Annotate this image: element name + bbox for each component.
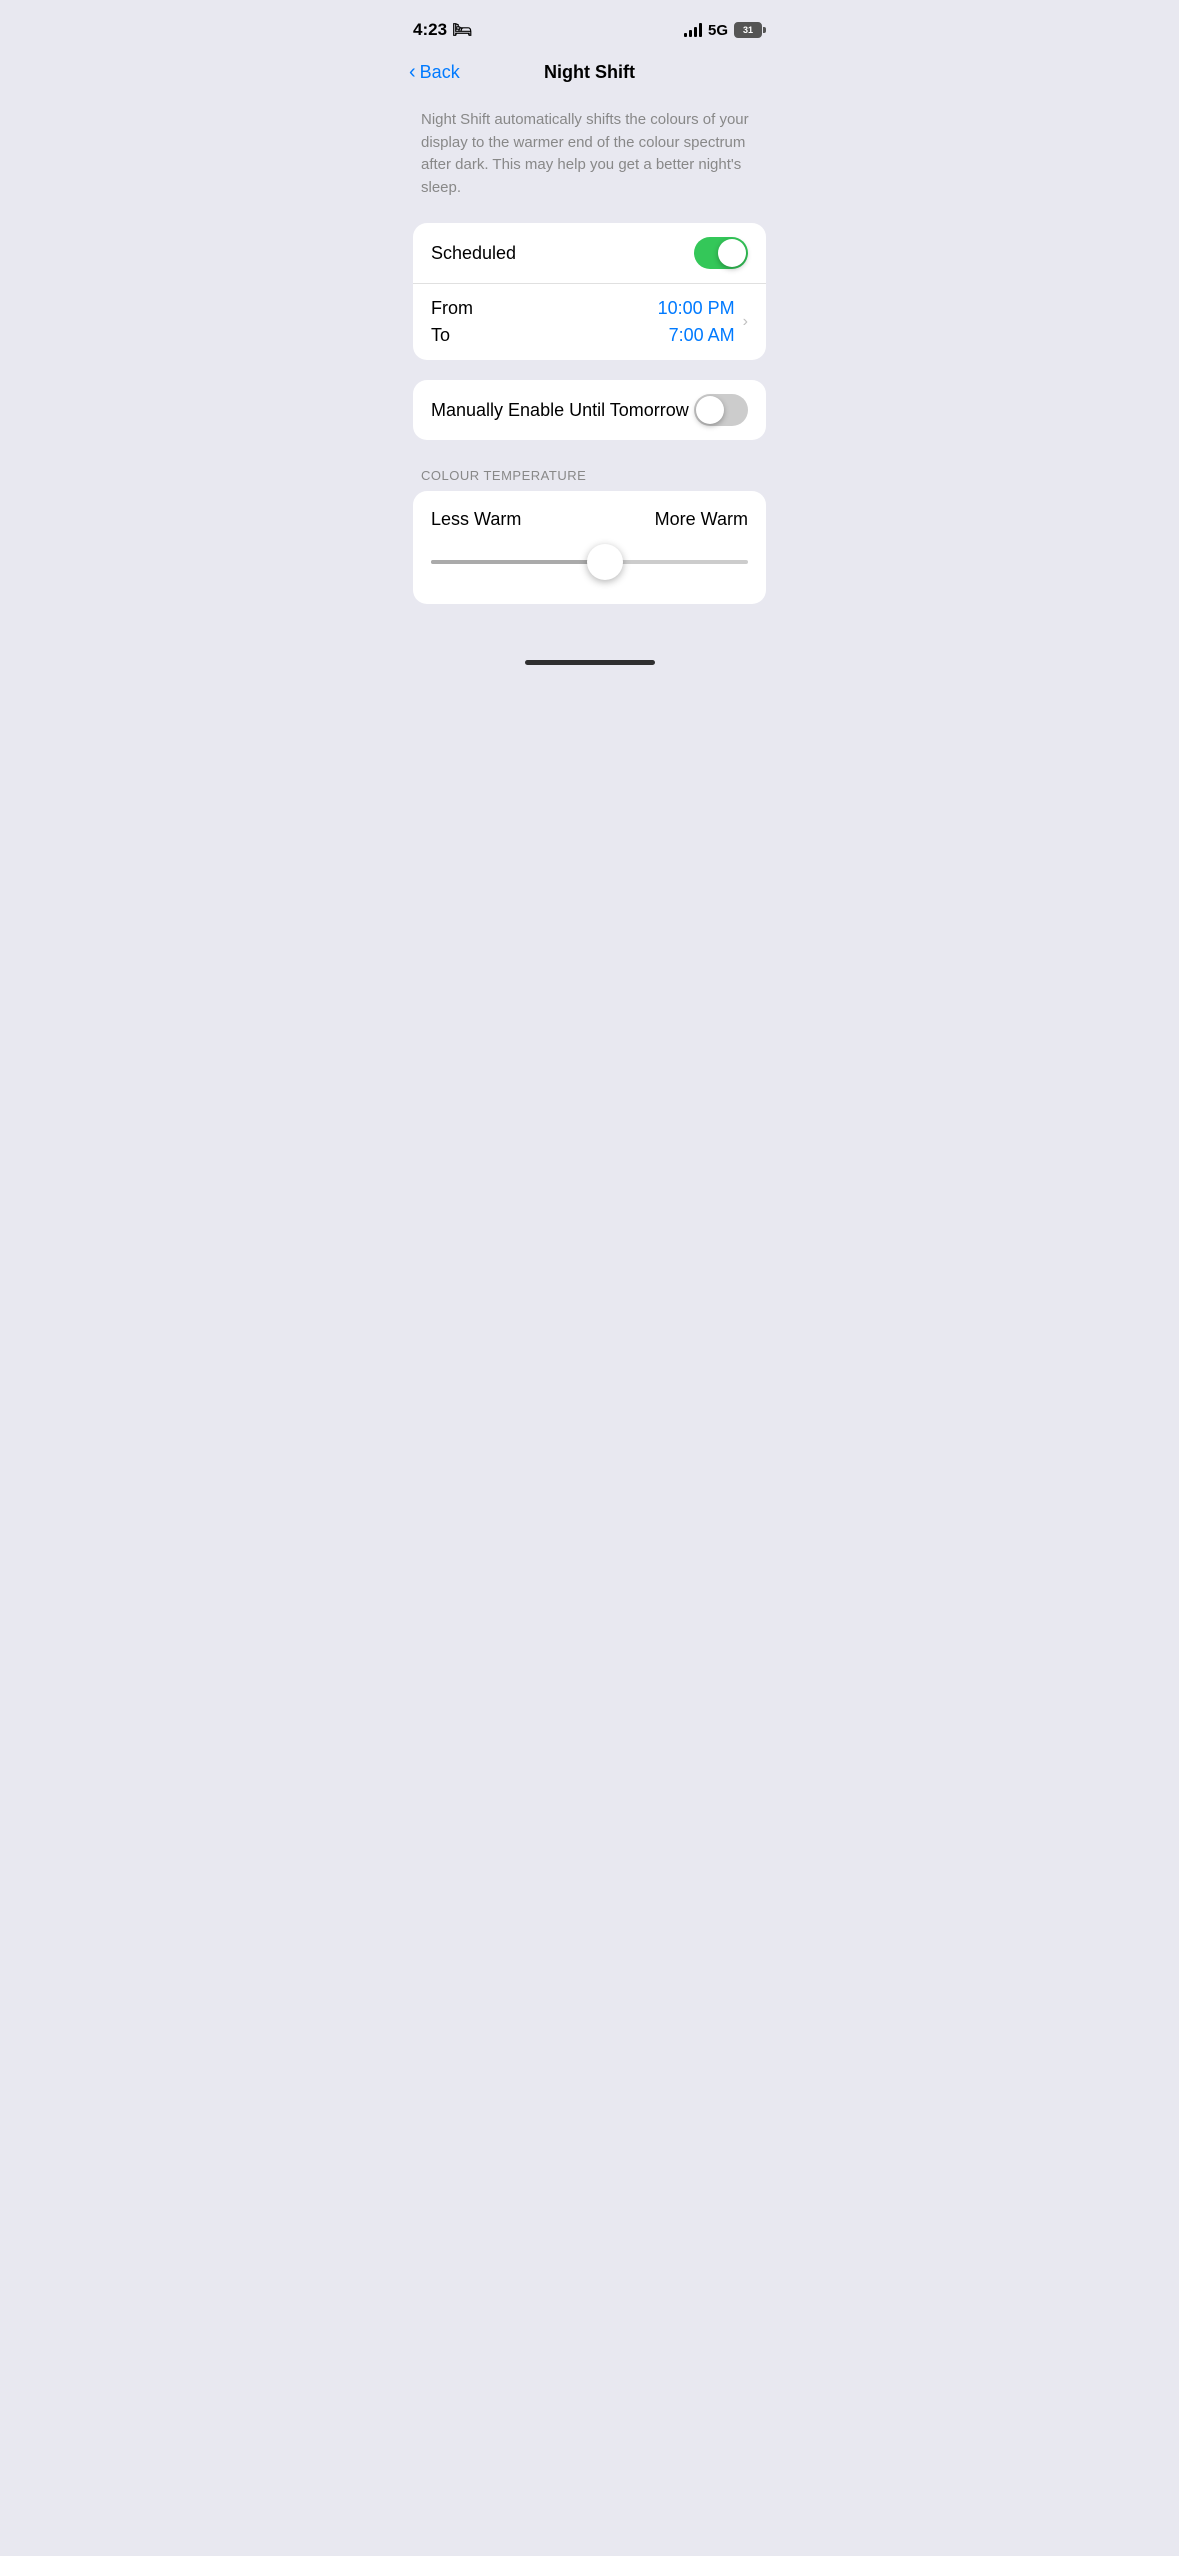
bed-icon: 🛏: [452, 20, 472, 40]
signal-bar-3: [694, 27, 697, 37]
signal-bar-2: [689, 30, 692, 37]
page-title: Night Shift: [544, 62, 635, 83]
scheduled-card: Scheduled From To 10:00 PM 7:00 AM ›: [413, 223, 766, 360]
back-chevron-icon: ‹: [409, 62, 416, 82]
network-type: 5G: [708, 22, 728, 39]
manually-enable-label: Manually Enable Until Tomorrow: [431, 400, 689, 421]
manually-enable-toggle[interactable]: [694, 394, 748, 426]
signal-bars-icon: [684, 23, 702, 37]
from-to-right: 10:00 PM 7:00 AM ›: [658, 298, 748, 346]
home-indicator: [393, 644, 786, 673]
status-time: 4:23 🛏: [413, 20, 472, 40]
colour-temperature-header: COLOUR TEMPERATURE: [413, 468, 766, 483]
battery-body: 31: [734, 22, 762, 38]
back-label: Back: [420, 62, 460, 83]
from-label: From: [431, 298, 473, 319]
time-display: 4:23: [413, 20, 447, 40]
scheduled-row: Scheduled: [413, 223, 766, 283]
to-time: 7:00 AM: [669, 325, 735, 346]
to-label: To: [431, 325, 473, 346]
status-right: 5G 31: [684, 22, 766, 39]
content-area: Night Shift automatically shifts the col…: [393, 109, 786, 604]
temperature-labels: Less Warm More Warm: [431, 509, 748, 530]
slider-thumb[interactable]: [587, 544, 623, 580]
battery-tip: [763, 27, 766, 33]
more-warm-label: More Warm: [655, 509, 748, 530]
signal-bar-4: [699, 23, 702, 37]
slider-track: [431, 560, 748, 564]
description-text: Night Shift automatically shifts the col…: [421, 109, 766, 199]
slider-fill: [431, 560, 605, 564]
status-bar: 4:23 🛏 5G 31: [393, 0, 786, 54]
battery-level: 31: [736, 25, 760, 35]
manually-toggle-thumb: [696, 396, 724, 424]
battery-icon: 31: [734, 22, 766, 38]
less-warm-label: Less Warm: [431, 509, 521, 530]
toggle-thumb: [718, 239, 746, 267]
manually-enable-card: Manually Enable Until Tomorrow: [413, 380, 766, 440]
chevron-right-icon: ›: [743, 313, 748, 331]
back-button[interactable]: ‹ Back: [409, 62, 460, 83]
temperature-slider-container[interactable]: [431, 544, 748, 580]
from-to-times: 10:00 PM 7:00 AM: [658, 298, 735, 346]
signal-bar-1: [684, 33, 687, 37]
from-to-row[interactable]: From To 10:00 PM 7:00 AM ›: [413, 283, 766, 360]
temperature-card: Less Warm More Warm: [413, 491, 766, 604]
navigation-bar: ‹ Back Night Shift: [393, 54, 786, 99]
scheduled-label: Scheduled: [431, 243, 516, 264]
home-bar: [525, 660, 655, 665]
manually-enable-row: Manually Enable Until Tomorrow: [413, 380, 766, 440]
from-time: 10:00 PM: [658, 298, 735, 319]
from-to-labels: From To: [431, 298, 473, 346]
scheduled-toggle[interactable]: [694, 237, 748, 269]
